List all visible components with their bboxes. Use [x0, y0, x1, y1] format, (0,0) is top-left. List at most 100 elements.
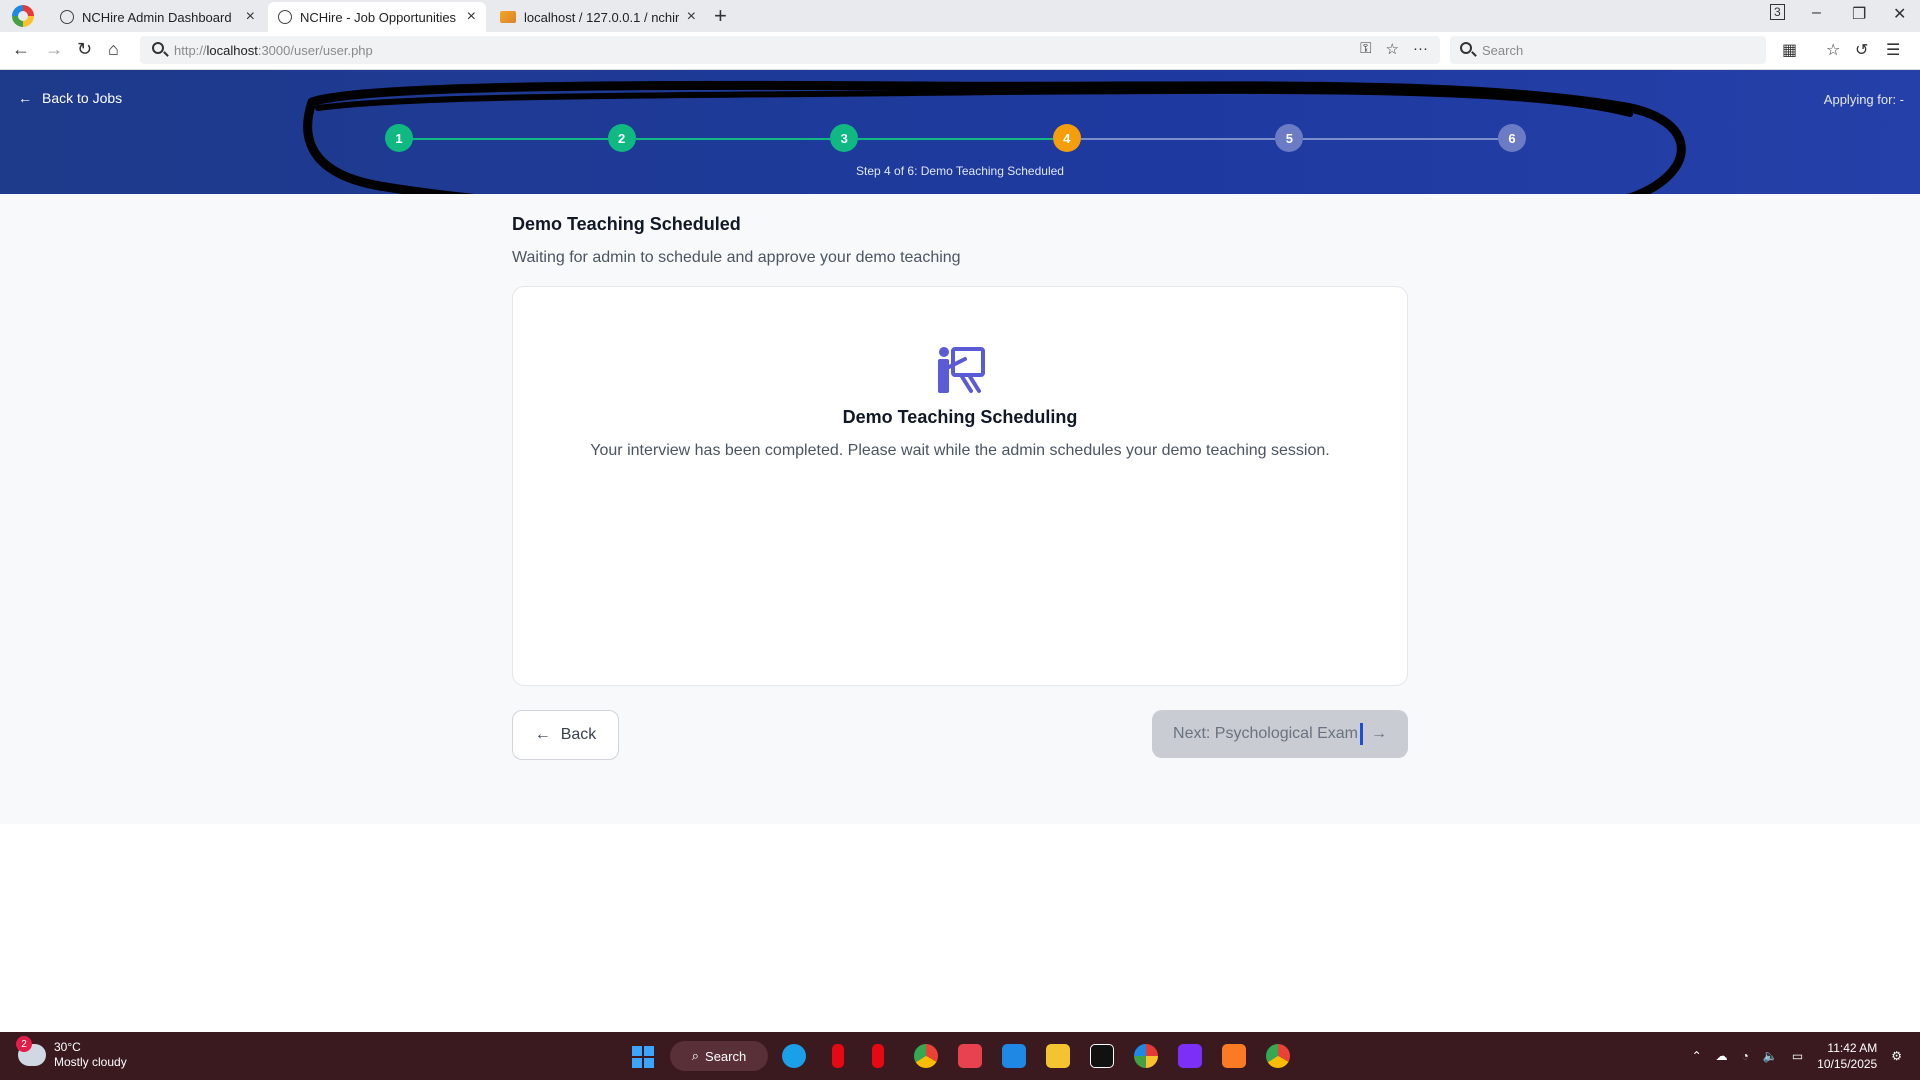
back-to-jobs-link[interactable]: ← Back to Jobs: [18, 90, 122, 106]
close-icon[interactable]: ×: [246, 8, 255, 26]
new-tab-button[interactable]: +: [714, 3, 727, 29]
more-icon[interactable]: ···: [1413, 40, 1428, 58]
restore-icon[interactable]: ❐: [1852, 4, 1866, 24]
home-icon[interactable]: ⌂: [108, 39, 119, 60]
file-explorer-icon[interactable]: [1046, 1044, 1070, 1068]
teacher-board-icon: [938, 347, 985, 393]
clock-date: 10/15/2025: [1817, 1057, 1878, 1071]
windows-taskbar: 2 30°C Mostly cloudy ⌕ Search ⌃ ☁ ◔ 🔈 ▭ …: [0, 1032, 1920, 1080]
search-placeholder: Search: [1482, 42, 1524, 58]
arrow-right-icon: →: [1370, 725, 1387, 742]
url-host: localhost: [206, 42, 258, 58]
taskbar-search-label: Search: [705, 1048, 747, 1064]
back-button[interactable]: ← Back: [512, 710, 619, 760]
favorites-icon[interactable]: ☆: [1826, 40, 1840, 60]
search-icon: [1460, 42, 1472, 54]
chrome-profile-icon[interactable]: [1266, 1044, 1290, 1068]
step-2: 2: [607, 124, 636, 152]
tab-job-opportunities[interactable]: NCHire - Job Opportunities ×: [268, 2, 486, 32]
forward-arrow-icon[interactable]: →: [45, 39, 63, 60]
application-header: ← Back to Jobs Applying for: - 1 2 3 4 5 6 St…: [0, 70, 1920, 194]
step-4: 4: [1052, 124, 1081, 152]
main-content: Demo Teaching Scheduled Waiting for admi…: [0, 194, 1920, 824]
search-icon: ⌕: [691, 1048, 700, 1063]
system-tray: ⌃ ☁ ◔ 🔈 ▭ 11:42 AM 10/15/2025 ⚙: [1692, 1040, 1902, 1072]
chrome-icon[interactable]: [914, 1044, 938, 1068]
xampp-icon[interactable]: [1222, 1044, 1246, 1068]
clock[interactable]: 11:42 AM 10/15/2025: [1817, 1040, 1877, 1072]
history-icon[interactable]: ↺: [1855, 40, 1868, 60]
browser-tab-strip: NCHire Admin Dashboard × NCHire - Job Op…: [0, 0, 1920, 32]
tab-count-icon[interactable]: 3: [1770, 4, 1785, 20]
stepper-connector: [1303, 138, 1498, 140]
stepper-connector: [858, 138, 1053, 140]
page-subtitle: Waiting for admin to schedule and approv…: [512, 249, 961, 266]
browser-toolbar: ← → ↻ ⌂ http://localhost:3000/user/user.…: [0, 32, 1920, 70]
netflix-icon[interactable]: [832, 1044, 844, 1068]
search-icon: [152, 42, 164, 54]
back-arrow-icon[interactable]: ←: [12, 39, 30, 60]
back-to-jobs-label: Back to Jobs: [42, 90, 123, 106]
close-icon[interactable]: ×: [687, 8, 696, 26]
globe-icon: [278, 10, 292, 24]
app-icon[interactable]: [1178, 1044, 1202, 1068]
step-3: 3: [830, 124, 859, 152]
next-button-label: Next: Psychological Exam: [1173, 725, 1358, 742]
tab-admin-dashboard[interactable]: NCHire Admin Dashboard ×: [50, 2, 265, 32]
tab-title: NCHire - Job Opportunities: [300, 9, 457, 25]
next-psychological-exam-button[interactable]: Next: Psychological Exam →: [1152, 710, 1408, 758]
address-bar[interactable]: http://localhost:3000/user/user.php ⚿ ☆ …: [140, 36, 1440, 64]
onedrive-icon[interactable]: ☁: [1716, 1049, 1728, 1063]
close-icon[interactable]: ×: [467, 8, 476, 26]
star-icon[interactable]: ☆: [1386, 40, 1399, 58]
tab-title: localhost / 127.0.0.1 / nchire /: [524, 9, 679, 25]
weather-description: Mostly cloudy: [54, 1055, 127, 1069]
browser-logo-icon: [12, 5, 34, 27]
chevron-up-icon[interactable]: ⌃: [1692, 1049, 1702, 1063]
stepper-connector: [413, 138, 608, 140]
windows-start-icon[interactable]: [632, 1046, 654, 1068]
progress-stepper: 1 2 3 4 5 6: [385, 124, 1526, 154]
pocket-icon[interactable]: [958, 1044, 982, 1068]
volume-icon[interactable]: 🔈: [1763, 1049, 1778, 1063]
wifi-icon[interactable]: ◔: [1742, 1049, 1749, 1063]
reload-icon[interactable]: ↻: [77, 39, 92, 60]
wattpad-icon[interactable]: [1090, 1044, 1114, 1068]
battery-icon[interactable]: ▭: [1792, 1049, 1803, 1063]
back-button-label: Back: [560, 726, 597, 743]
browser-app-icon[interactable]: [1134, 1044, 1158, 1068]
status-card: Demo Teaching Scheduling Your interview …: [512, 286, 1408, 686]
step-1: 1: [385, 124, 413, 152]
step-caption: Step 4 of 6: Demo Teaching Scheduled: [856, 164, 1064, 178]
close-window-icon[interactable]: ✕: [1893, 4, 1906, 24]
card-message: Your interview has been completed. Pleas…: [590, 442, 1330, 459]
vscode-icon[interactable]: [1002, 1044, 1026, 1068]
minimize-icon[interactable]: –: [1812, 4, 1821, 22]
step-5: 5: [1275, 124, 1304, 152]
page-title: Demo Teaching Scheduled: [512, 214, 741, 234]
arrow-left-icon: ←: [18, 90, 32, 106]
notification-icon[interactable]: ⚙: [1891, 1049, 1902, 1063]
phpmyadmin-icon: [500, 11, 516, 23]
clock-time: 11:42 AM: [1827, 1041, 1878, 1055]
taskbar-search-button[interactable]: ⌕ Search: [670, 1041, 768, 1071]
menu-icon[interactable]: ☰: [1886, 40, 1900, 60]
weather-temperature: 30°C: [54, 1040, 81, 1054]
search-input[interactable]: Search: [1450, 36, 1766, 64]
arrow-left-icon: ←: [534, 726, 551, 743]
edge-icon[interactable]: [782, 1044, 806, 1068]
url-scheme: http://: [174, 42, 207, 58]
apps-grid-icon[interactable]: ▦: [1782, 40, 1797, 60]
card-title: Demo Teaching Scheduling: [842, 407, 1078, 427]
stepper-connector: [635, 138, 831, 140]
stepper-connector: [1080, 138, 1276, 140]
applying-for-label: Applying for: -: [1823, 92, 1904, 107]
globe-icon: [60, 10, 74, 24]
key-icon[interactable]: ⚿: [1360, 40, 1371, 58]
cloud-icon: 2: [16, 1036, 46, 1066]
tab-title: NCHire Admin Dashboard: [82, 9, 232, 25]
tab-phpmyadmin[interactable]: localhost / 127.0.0.1 / nchire / ×: [490, 2, 706, 32]
weather-widget[interactable]: 2 30°C Mostly cloudy: [16, 1036, 127, 1070]
netflix-icon[interactable]: [872, 1044, 884, 1068]
notification-badge: 2: [16, 1036, 32, 1052]
